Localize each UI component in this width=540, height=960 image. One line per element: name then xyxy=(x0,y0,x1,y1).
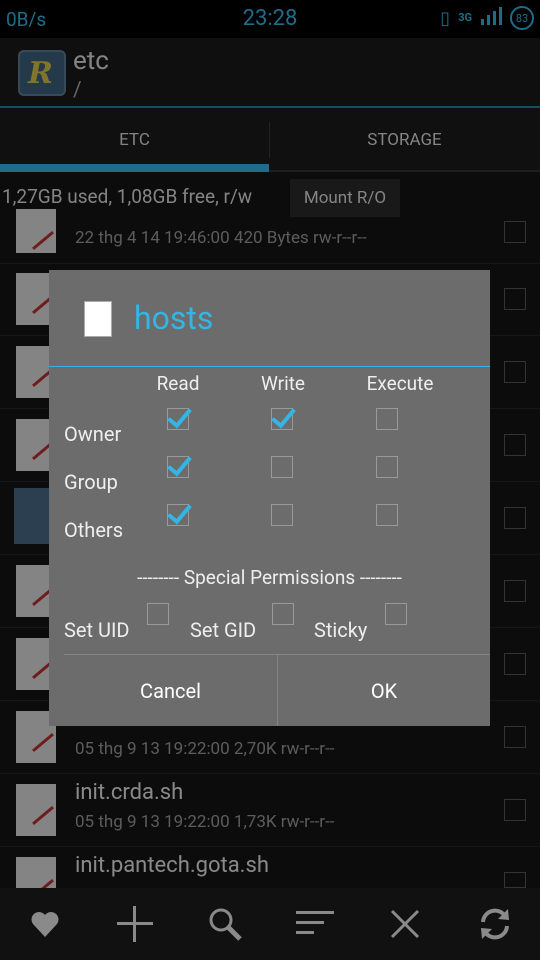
dialog-title: hosts xyxy=(134,299,214,337)
set-uid-checkbox[interactable] xyxy=(147,603,169,625)
group-execute-checkbox[interactable] xyxy=(376,456,398,478)
row-group-label: Group xyxy=(64,470,118,494)
group-write-checkbox[interactable] xyxy=(271,456,293,478)
permissions-dialog: hosts Read Write Execute Owner Group Oth… xyxy=(49,270,490,726)
sticky-checkbox[interactable] xyxy=(385,603,407,625)
others-read-checkbox[interactable] xyxy=(167,504,189,526)
set-uid-label: Set UID xyxy=(64,618,130,642)
others-execute-checkbox[interactable] xyxy=(376,504,398,526)
column-read: Read xyxy=(156,372,200,395)
dialog-title-divider xyxy=(49,366,490,367)
row-owner-label: Owner xyxy=(64,422,122,446)
favorite-icon[interactable] xyxy=(0,888,90,960)
cancel-button[interactable]: Cancel xyxy=(64,655,277,726)
column-execute: Execute xyxy=(366,372,434,395)
add-icon[interactable] xyxy=(90,888,180,960)
close-icon[interactable] xyxy=(360,888,450,960)
special-permissions-heading: -------- Special Permissions -------- xyxy=(137,566,402,589)
ok-button[interactable]: OK xyxy=(278,655,490,726)
sort-icon[interactable] xyxy=(270,888,360,960)
owner-execute-checkbox[interactable] xyxy=(376,408,398,430)
others-write-checkbox[interactable] xyxy=(271,504,293,526)
refresh-icon[interactable] xyxy=(450,888,540,960)
column-write: Write xyxy=(260,372,305,395)
group-read-checkbox[interactable] xyxy=(167,456,189,478)
row-others-label: Others xyxy=(64,518,124,542)
owner-write-checkbox[interactable] xyxy=(271,408,293,430)
file-icon xyxy=(84,301,112,337)
sticky-label: Sticky xyxy=(314,618,368,642)
set-gid-checkbox[interactable] xyxy=(272,603,294,625)
bottom-toolbar xyxy=(0,888,540,960)
set-gid-label: Set GID xyxy=(190,618,257,642)
search-icon[interactable] xyxy=(180,888,270,960)
owner-read-checkbox[interactable] xyxy=(167,408,189,430)
